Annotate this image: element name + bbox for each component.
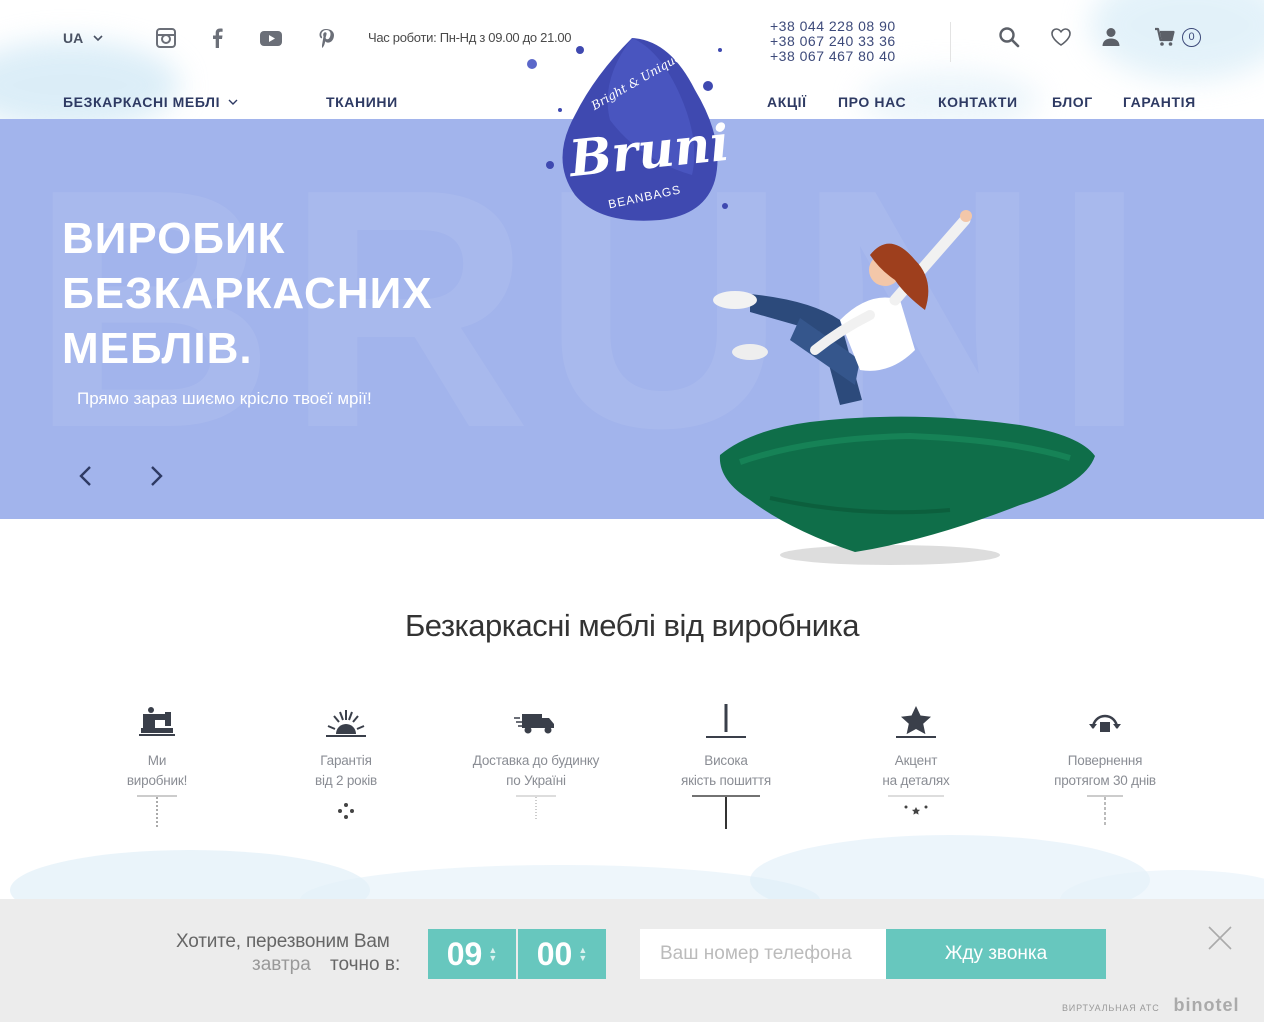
heart-icon[interactable]: [1050, 26, 1072, 48]
feature-delivery: Доставка до будинку по Україні: [451, 700, 621, 831]
features-title: Безкаркасні меблі від виробника: [404, 608, 860, 643]
chevron-down-icon: [228, 99, 238, 105]
delivery-truck-icon: [514, 714, 554, 734]
callback-hour-stepper[interactable]: 09 ▲ ▼: [428, 929, 516, 979]
callback-at-label: точно в:: [330, 954, 401, 975]
divider-decoration: [137, 795, 177, 827]
cart-count-badge[interactable]: 0: [1182, 28, 1201, 47]
divider: [950, 22, 951, 62]
nav-label: ПРО НАС: [838, 94, 907, 110]
hero-title: ВИРОБИК БЕЗКАРКАСНИХ МЕБЛІВ.: [62, 211, 482, 376]
nav-furniture[interactable]: БЕЗКАРКАСНІ МЕБЛІ: [63, 94, 238, 110]
instagram-icon[interactable]: [155, 27, 177, 49]
callback-minute: 00: [536, 935, 573, 972]
feature-return: Повернення протягом 30 днів: [1020, 700, 1190, 831]
nav-contacts[interactable]: КОНТАКТИ: [938, 94, 1018, 110]
youtube-icon[interactable]: [259, 27, 283, 49]
language-selector[interactable]: UA: [63, 30, 103, 46]
spinner-arrows-icon[interactable]: ▲ ▼: [578, 946, 587, 963]
return-box-icon: [1089, 714, 1121, 732]
search-icon[interactable]: [998, 26, 1020, 48]
nav-label: ГАРАНТІЯ: [1123, 94, 1196, 110]
spinner-arrows-icon[interactable]: ▲ ▼: [488, 946, 497, 963]
feature-manufacturer: Ми виробник!: [72, 700, 242, 831]
nav-blog[interactable]: БЛОГ: [1052, 94, 1093, 110]
phone-number[interactable]: +38 067 467 80 40: [770, 49, 896, 64]
slider-prev-arrow-icon[interactable]: [75, 463, 97, 489]
sewing-machine-icon: [139, 707, 175, 736]
callback-day-select[interactable]: завтра: [252, 954, 311, 976]
nav-label: АКЦІЇ: [767, 94, 807, 110]
binotel-branding[interactable]: ВИРТУАЛЬНАЯ АТС binotel: [1062, 995, 1240, 1016]
nav-sales[interactable]: АКЦІЇ: [767, 94, 807, 110]
close-icon[interactable]: [1206, 924, 1234, 952]
callback-hour: 09: [446, 935, 483, 972]
nav-label: БЛОГ: [1052, 94, 1093, 110]
user-icon[interactable]: [1100, 26, 1122, 48]
nav-fabrics[interactable]: ТКАНИНИ: [326, 94, 398, 110]
feature-label: Доставка до будинку по Україні: [472, 753, 600, 788]
feature-details: Акцент на деталях: [831, 700, 1001, 831]
chevron-down-icon: [93, 34, 103, 41]
divider-decoration: [338, 803, 354, 819]
phone-list: +38 044 228 08 90 +38 067 240 33 36 +38 …: [770, 19, 896, 64]
hero-title-line: БЕЗКАРКАСНИХ: [62, 269, 433, 318]
binotel-logo: binotel: [1173, 995, 1240, 1015]
callback-minute-stepper[interactable]: 00 ▲ ▼: [518, 929, 606, 979]
phone-number[interactable]: +38 067 240 33 36: [770, 34, 896, 49]
cart-icon[interactable]: [1154, 26, 1176, 48]
nav-about[interactable]: ПРО НАС: [838, 94, 906, 110]
divider-decoration: [888, 795, 944, 815]
callback-question: Хотите, перезвоним Вам: [176, 931, 390, 952]
hero-title-line: МЕБЛІВ.: [62, 324, 253, 373]
star-icon: [896, 706, 936, 738]
watercolor-decoration: [10, 835, 1264, 910]
feature-label: Повернення протягом 30 днів: [1054, 753, 1156, 788]
divider-decoration: [692, 795, 760, 829]
feature-label: Висока якість пошиття: [681, 753, 771, 788]
callback-phone-input[interactable]: [640, 929, 886, 979]
hero-photo-beanbag: [713, 210, 1095, 565]
feature-label: Гарантія від 2 років: [315, 753, 377, 788]
language-label: UA: [63, 30, 84, 46]
hero-title-line: ВИРОБИК: [62, 214, 286, 263]
divider-decoration: [1087, 795, 1123, 825]
bruni-logo[interactable]: Bright & Unique Bruni BEANBAGS: [520, 10, 750, 240]
nav-label: БЕЗКАРКАСНІ МЕБЛІ: [63, 94, 221, 110]
feature-quality: Висока якість пошиття: [641, 700, 811, 831]
slider-next-arrow-icon[interactable]: [145, 463, 167, 489]
hero-subtitle: Прямо зараз шиємо крісло твоєї мрії!: [77, 389, 372, 408]
nav-label: КОНТАКТИ: [938, 94, 1018, 110]
callback-submit-button[interactable]: Жду звонка: [886, 929, 1106, 979]
facebook-icon[interactable]: [207, 27, 229, 49]
needle-icon: [706, 704, 746, 738]
sunrise-icon: [326, 710, 366, 737]
nav-label: ТКАНИНИ: [326, 94, 398, 110]
feature-warranty: Гарантія від 2 років: [261, 700, 431, 831]
pinterest-icon[interactable]: [315, 27, 337, 49]
nav-warranty[interactable]: ГАРАНТІЯ: [1123, 94, 1196, 110]
divider-decoration: [516, 795, 556, 821]
phone-number[interactable]: +38 044 228 08 90: [770, 19, 896, 34]
binotel-caption: ВИРТУАЛЬНАЯ АТС: [1062, 1003, 1160, 1013]
feature-label: Ми виробник!: [126, 753, 188, 788]
feature-label: Акцент на деталях: [882, 753, 950, 788]
